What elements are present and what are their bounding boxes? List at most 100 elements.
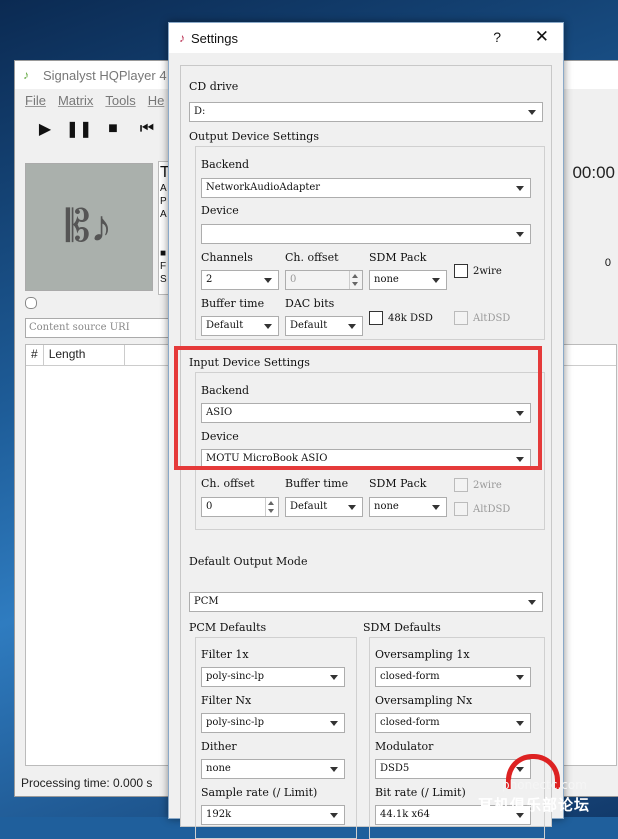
checkbox-box[interactable] <box>454 478 468 492</box>
ch-offset-value: 0 <box>290 274 297 285</box>
settings-app-icon: ♪ <box>179 31 185 45</box>
default-output-mode-select[interactable]: PCM <box>189 592 543 612</box>
checkbox-box[interactable] <box>454 502 468 516</box>
ch-offset-spinbox[interactable]: 0 <box>285 270 363 290</box>
sdm-pack-select[interactable]: none <box>369 270 447 290</box>
dac-bits-select[interactable]: Default <box>285 316 363 336</box>
input-twowire-label: 2wire <box>473 479 502 491</box>
ch-offset-label: Ch. offset <box>285 251 339 264</box>
modulator-value: DSD5 <box>380 763 410 774</box>
menu-help[interactable]: He <box>148 93 165 108</box>
dac-bits-value: Default <box>290 320 328 331</box>
menu-file[interactable]: File <box>25 93 46 108</box>
input-sdm-pack-label: SDM Pack <box>369 477 427 490</box>
output-backend-value: NetworkAudioAdapter <box>206 182 321 193</box>
dither-select[interactable]: none <box>201 759 345 779</box>
spin-arrows-icon[interactable] <box>265 498 278 516</box>
input-altdsd-checkbox[interactable]: AltDSD <box>454 502 510 516</box>
spin-arrows-icon[interactable] <box>349 271 362 289</box>
input-twowire-checkbox[interactable]: 2wire <box>454 478 502 492</box>
filter1x-select[interactable]: poly-sinc-lp <box>201 667 345 687</box>
output-device-select[interactable] <box>201 224 531 244</box>
settings-titlebar: ♪ Settings ? ✕ <box>169 23 563 53</box>
output-device-label: Device <box>201 204 239 217</box>
filter1x-value: poly-sinc-lp <box>206 671 264 682</box>
buffer-time-value: Default <box>206 320 244 331</box>
column-length[interactable]: Length <box>44 345 125 365</box>
seek-slider[interactable] <box>25 297 175 309</box>
dsd48k-checkbox[interactable]: 48k DSD <box>369 311 433 325</box>
oversampling1x-value: closed-form <box>380 671 440 682</box>
buffer-time-select[interactable]: Default <box>201 316 279 336</box>
music-clef-icon: 𝄡♪ <box>65 202 113 251</box>
default-output-mode-value: PCM <box>194 596 219 607</box>
watermark-text: 耳机俱乐部论坛 <box>478 796 591 814</box>
twowire-checkbox[interactable]: 2wire <box>454 264 502 278</box>
filterNx-label: Filter Nx <box>201 694 252 707</box>
sdm-defaults-label: SDM Defaults <box>363 621 441 634</box>
menu-matrix[interactable]: Matrix <box>58 93 93 108</box>
checkbox-box[interactable] <box>454 311 468 325</box>
output-backend-select[interactable]: NetworkAudioAdapter <box>201 178 531 198</box>
help-button[interactable]: ? <box>493 29 501 45</box>
dither-value: none <box>206 763 231 774</box>
input-ch-offset-spinbox[interactable]: 0 <box>201 497 279 517</box>
input-sdm-pack-value: none <box>374 501 399 512</box>
menu-tools[interactable]: Tools <box>105 93 135 108</box>
oversampling1x-select[interactable]: closed-form <box>375 667 531 687</box>
chevron-down-icon <box>330 721 338 726</box>
input-buffer-time-label: Buffer time <box>285 477 349 490</box>
oversamplingNx-select[interactable]: closed-form <box>375 713 531 733</box>
checkbox-box[interactable] <box>454 264 468 278</box>
input-sdm-pack-select[interactable]: none <box>369 497 447 517</box>
filterNx-select[interactable]: poly-sinc-lp <box>201 713 345 733</box>
chevron-down-icon <box>330 675 338 680</box>
oversampling1x-label: Oversampling 1x <box>375 648 470 661</box>
sdm-pack-value: none <box>374 274 399 285</box>
altdsd-checkbox[interactable]: AltDSD <box>454 311 510 325</box>
close-icon[interactable]: ✕ <box>535 27 549 47</box>
column-number[interactable]: # <box>26 345 44 365</box>
input-buffer-time-select[interactable]: Default <box>285 497 363 517</box>
output-device-group-label: Output Device Settings <box>189 130 319 143</box>
content-uri-input[interactable]: Content source URI <box>25 318 175 338</box>
channels-value: 2 <box>206 274 213 285</box>
sample-rate-value: 192k <box>206 809 232 820</box>
channels-label: Channels <box>201 251 253 264</box>
chevron-down-icon <box>330 813 338 818</box>
chevron-down-icon <box>348 505 356 510</box>
seek-knob[interactable] <box>25 297 37 309</box>
processing-status: Processing time: 0.000 s <box>21 776 153 790</box>
chevron-down-icon <box>330 767 338 772</box>
cd-drive-value: D: <box>194 106 206 117</box>
sample-rate-label: Sample rate (/ Limit) <box>201 786 318 799</box>
cd-drive-label: CD drive <box>189 80 239 93</box>
pcm-defaults-label: PCM Defaults <box>189 621 267 634</box>
play-icon[interactable]: ▶ <box>35 119 55 139</box>
hqplayer-logo-icon: ♪ <box>23 68 29 82</box>
filter1x-label: Filter 1x <box>201 648 249 661</box>
sdm-pack-label: SDM Pack <box>369 251 427 264</box>
input-ch-offset-label: Ch. offset <box>201 477 255 490</box>
settings-title: Settings <box>191 30 238 46</box>
checkbox-box[interactable] <box>369 311 383 325</box>
output-backend-label: Backend <box>201 158 250 171</box>
chevron-down-icon <box>528 110 536 115</box>
previous-icon[interactable]: ⏮ <box>137 119 157 139</box>
chevron-down-icon <box>516 186 524 191</box>
bit-rate-value: 44.1k x64 <box>380 809 430 820</box>
stop-icon[interactable]: ■ <box>103 119 123 139</box>
bit-rate-label: Bit rate (/ Limit) <box>375 786 466 799</box>
dither-label: Dither <box>201 740 237 753</box>
hqplayer-title: Signalyst HQPlayer 4 <box>43 67 167 83</box>
channels-select[interactable]: 2 <box>201 270 279 290</box>
dac-bits-label: DAC bits <box>285 297 335 310</box>
default-output-mode-label: Default Output Mode <box>189 555 308 568</box>
oversamplingNx-value: closed-form <box>380 717 440 728</box>
sample-rate-select[interactable]: 192k <box>201 805 345 825</box>
cd-drive-select[interactable]: D: <box>189 102 543 122</box>
chevron-down-icon <box>432 278 440 283</box>
watermark-site: phonectc.com <box>502 778 587 792</box>
chevron-down-icon <box>516 232 524 237</box>
pause-icon[interactable]: ❚❚ <box>66 119 93 139</box>
